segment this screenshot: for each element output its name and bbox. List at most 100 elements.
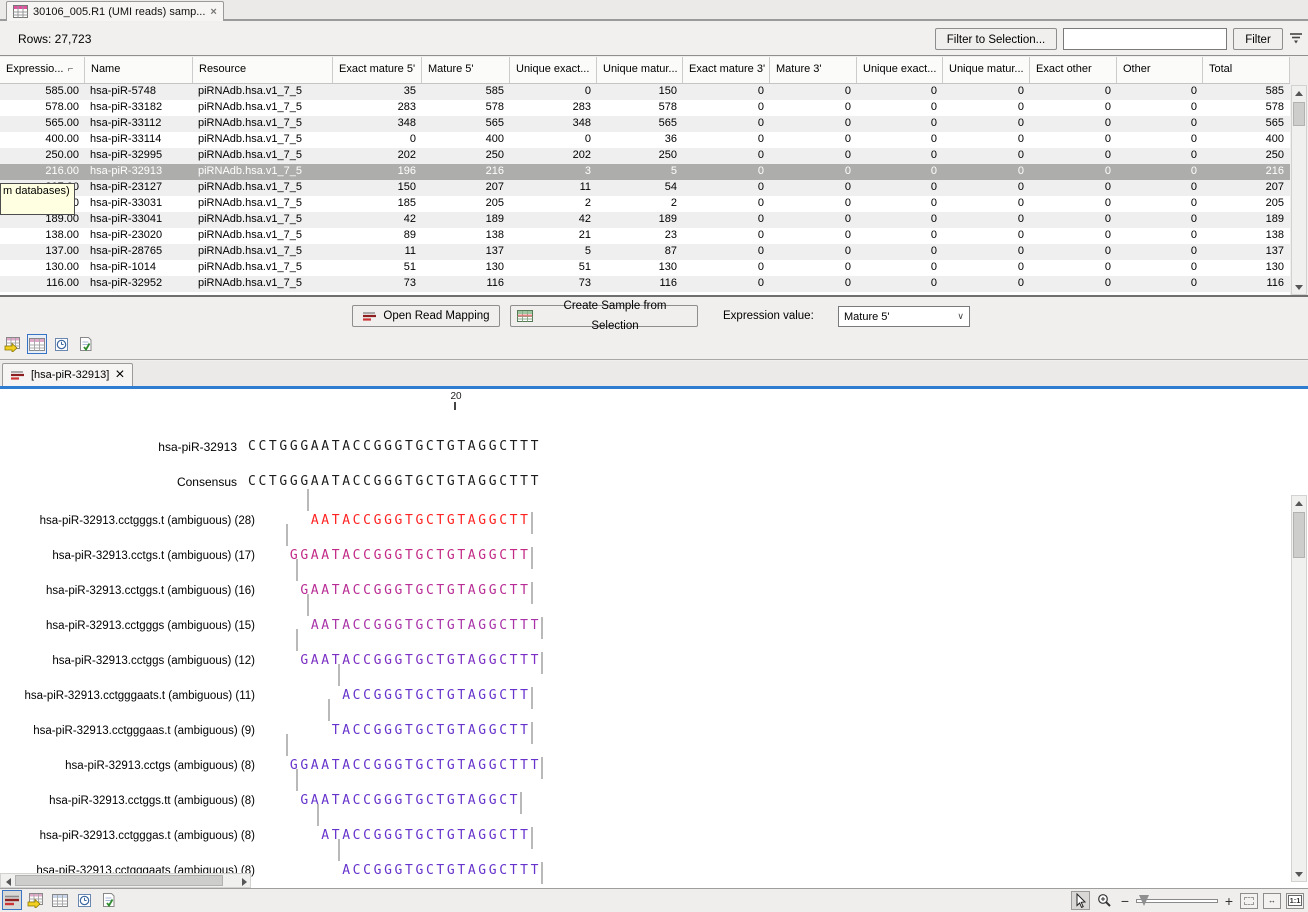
table-row[interactable]: 138.00hsa-piR-23020piRNAdb.hsa.v1_7_5891…: [0, 228, 1290, 244]
read-label[interactable]: hsa-piR-32913.cctggs.t (ambiguous) (16): [0, 584, 255, 598]
filter-to-selection-button[interactable]: Filter to Selection...: [935, 28, 1057, 50]
read-sequence[interactable]: ATACCGGGTGCTGTAGGCTT: [321, 829, 530, 843]
table-view-icon[interactable]: [27, 334, 47, 354]
read-sequence[interactable]: GAATACCGGGTGCTGTAGGCTTT: [300, 654, 541, 668]
column-header[interactable]: Name: [85, 57, 193, 83]
read-label[interactable]: hsa-piR-32913.cctgs.t (ambiguous) (17): [0, 549, 255, 563]
column-header[interactable]: Unique exact...: [857, 57, 943, 83]
create-sample-button[interactable]: Create Sample from Selection: [510, 305, 698, 327]
filter-options-icon[interactable]: [1288, 31, 1304, 45]
read-label[interactable]: hsa-piR-32913.cctggs.tt (ambiguous) (8): [0, 794, 255, 808]
column-header[interactable]: Mature 5': [422, 57, 510, 83]
read-end-marker: [541, 862, 543, 884]
read-sequence[interactable]: ACCGGGTGCTGTAGGCTTT: [342, 864, 541, 878]
tab-umi-reads-sample[interactable]: 30106_005.R1 (UMI reads) samp... ×: [6, 1, 224, 21]
read-sequence[interactable]: GAATACCGGGTGCTGTAGGCT: [300, 794, 520, 808]
table-cell: 0: [1030, 148, 1117, 164]
scrollbar-thumb[interactable]: [15, 875, 223, 886]
zoom-out-button[interactable]: −: [1119, 893, 1131, 909]
table-vertical-scrollbar[interactable]: [1291, 85, 1307, 295]
read-label[interactable]: hsa-piR-32913.cctgggaas.t (ambiguous) (9…: [0, 724, 255, 738]
table-row[interactable]: 250.00hsa-piR-32995piRNAdb.hsa.v1_7_5202…: [0, 148, 1290, 164]
column-header[interactable]: Unique matur...: [597, 57, 683, 83]
read-sequence[interactable]: TACCGGGTGCTGTAGGCTT: [332, 724, 531, 738]
selection-cursor-tool[interactable]: [1071, 891, 1090, 910]
read-label[interactable]: hsa-piR-32913.cctgggs (ambiguous) (15): [0, 619, 255, 633]
read-sequence[interactable]: ACCGGGTGCTGTAGGCTT: [342, 689, 530, 703]
history-icon[interactable]: [51, 334, 71, 354]
zoom-in-button[interactable]: +: [1223, 893, 1235, 909]
open-in-new-table-icon[interactable]: [3, 334, 23, 354]
scroll-down-icon[interactable]: [1292, 867, 1306, 881]
read-sequence[interactable]: GGAATACCGGGTGCTGTAGGCTTT: [290, 759, 541, 773]
read-sequence[interactable]: AATACCGGGTGCTGTAGGCTT: [311, 514, 531, 528]
read-sequence[interactable]: GGAATACCGGGTGCTGTAGGCTT: [290, 549, 531, 563]
element-info-icon[interactable]: [75, 334, 95, 354]
read-mapping-view-icon[interactable]: [2, 890, 22, 910]
table-row[interactable]: 130.00hsa-piR-1014piRNAdb.hsa.v1_7_55113…: [0, 260, 1290, 276]
tab-close-icon[interactable]: ×: [115, 366, 124, 384]
read-label[interactable]: hsa-piR-32913.cctgggs.t (ambiguous) (28): [0, 514, 255, 528]
zoom-slider-thumb[interactable]: [1139, 895, 1149, 906]
scrollbar-thumb[interactable]: [1293, 512, 1305, 558]
scroll-down-icon[interactable]: [1292, 280, 1306, 294]
labels-horizontal-scrollbar[interactable]: [0, 873, 251, 888]
column-header[interactable]: Expressio...⌐: [0, 57, 85, 83]
column-header[interactable]: Exact mature 5': [333, 57, 422, 83]
read-sequence[interactable]: GAATACCGGGTGCTGTAGGCTT: [300, 584, 530, 598]
tab-read-mapping[interactable]: [hsa-piR-32913] ×: [2, 363, 133, 386]
scroll-left-icon[interactable]: [1, 875, 15, 888]
element-info-icon[interactable]: [98, 890, 118, 910]
column-header[interactable]: Unique exact...: [510, 57, 597, 83]
table-row[interactable]: 116.00hsa-piR-32952piRNAdb.hsa.v1_7_5731…: [0, 276, 1290, 292]
table-row[interactable]: 565.00hsa-piR-33112piRNAdb.hsa.v1_7_5348…: [0, 116, 1290, 132]
reference-sequence[interactable]: CCTGGGAATACCGGGTGCTGTAGGCTTT: [248, 440, 541, 454]
scroll-up-icon[interactable]: [1292, 86, 1306, 100]
column-header[interactable]: Exact other: [1030, 57, 1117, 83]
reference-name[interactable]: hsa-piR-32913: [0, 440, 237, 454]
column-header[interactable]: Mature 3': [770, 57, 857, 83]
filter-button[interactable]: Filter: [1233, 28, 1283, 50]
scroll-right-icon[interactable]: [237, 875, 251, 888]
table-row[interactable]: 216.00hsa-piR-32913piRNAdb.hsa.v1_7_5196…: [0, 164, 1290, 180]
expression-value-dropdown[interactable]: Mature 5' ∨: [838, 306, 970, 327]
fit-width-button[interactable]: ↔: [1263, 893, 1281, 909]
filter-input[interactable]: [1063, 28, 1227, 50]
history-icon[interactable]: [74, 890, 94, 910]
table-row[interactable]: 578.00hsa-piR-33182piRNAdb.hsa.v1_7_5283…: [0, 100, 1290, 116]
rows-count-label: Rows: 27,723: [18, 32, 91, 46]
mapping-vertical-scrollbar[interactable]: [1291, 495, 1307, 882]
consensus-sequence[interactable]: CCTGGGAATACCGGGTGCTGTAGGCTTT: [248, 475, 541, 489]
tab-close-icon[interactable]: ×: [210, 6, 216, 18]
column-header[interactable]: Resource: [193, 57, 333, 83]
table-cell: 0: [1117, 212, 1203, 228]
zoom-tool-icon[interactable]: [1095, 891, 1114, 910]
table-row[interactable]: 137.00hsa-piR-28765piRNAdb.hsa.v1_7_5111…: [0, 244, 1290, 260]
column-header[interactable]: Other: [1117, 57, 1203, 83]
read-label[interactable]: hsa-piR-32913.cctggs (ambiguous) (12): [0, 654, 255, 668]
consensus-name[interactable]: Consensus: [0, 475, 237, 489]
scroll-up-icon[interactable]: [1292, 496, 1306, 510]
read-label[interactable]: hsa-piR-32913.cctgggaats.t (ambiguous) (…: [0, 689, 255, 703]
column-header[interactable]: Unique matur...: [943, 57, 1030, 83]
table-row[interactable]: 585.00hsa-piR-5748piRNAdb.hsa.v1_7_53558…: [0, 84, 1290, 100]
read-label[interactable]: hsa-piR-32913.cctgggas.t (ambiguous) (8): [0, 829, 255, 843]
zoom-to-selection-button[interactable]: [1240, 893, 1258, 909]
read-sequence[interactable]: AATACCGGGTGCTGTAGGCTTT: [311, 619, 541, 633]
table-row[interactable]: 400.00hsa-piR-33114piRNAdb.hsa.v1_7_5040…: [0, 132, 1290, 148]
table-cell: 130: [1203, 260, 1290, 276]
open-read-mapping-button[interactable]: Open Read Mapping: [352, 305, 500, 327]
zoom-slider[interactable]: [1136, 899, 1218, 903]
column-header[interactable]: Exact mature 3': [683, 57, 770, 83]
table-row[interactable]: 205.00hsa-piR-33031piRNAdb.hsa.v1_7_5185…: [0, 196, 1290, 212]
read-label[interactable]: hsa-piR-32913.cctgs (ambiguous) (8): [0, 759, 255, 773]
table-cell: 0: [857, 100, 943, 116]
expression-value-label: Expression value:: [723, 310, 814, 322]
open-in-new-table-icon[interactable]: [26, 890, 46, 910]
scrollbar-thumb[interactable]: [1293, 102, 1305, 126]
table-view-icon[interactable]: [50, 890, 70, 910]
table-row[interactable]: 207.00hsa-piR-23127piRNAdb.hsa.v1_7_5150…: [0, 180, 1290, 196]
column-header[interactable]: Total: [1203, 57, 1290, 83]
table-row[interactable]: 189.00hsa-piR-33041piRNAdb.hsa.v1_7_5421…: [0, 212, 1290, 228]
zoom-100-button[interactable]: 1:1: [1286, 893, 1304, 909]
